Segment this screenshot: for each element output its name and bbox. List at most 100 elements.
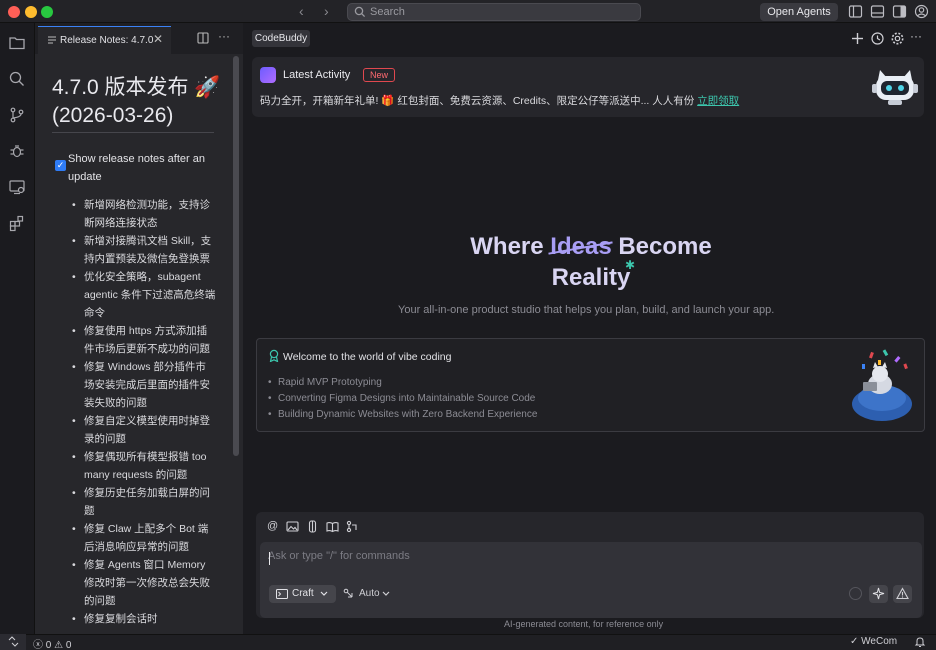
- new-badge: New: [363, 68, 396, 82]
- problems-indicator[interactable]: ⓧ 0 ⚠ 0: [33, 636, 71, 650]
- list-item: 修复复制会话时: [70, 610, 216, 628]
- ai-disclaimer: AI-generated content, for reference only: [504, 619, 664, 629]
- new-chat-icon[interactable]: [850, 31, 865, 46]
- headline-word: Where: [470, 233, 544, 260]
- window-minimize-button[interactable]: [25, 6, 37, 18]
- list-item: 修复 Claw 上配多个 Bot 端后消息响应异常的问题: [70, 520, 216, 556]
- robot-cat-mascot-icon: [872, 66, 918, 106]
- claim-link[interactable]: 立即领取: [697, 95, 739, 107]
- list-item: 修复 Agents 窗口 Memory 修改时第一次修改总会失败的问题: [70, 556, 216, 610]
- release-notes-list: 新增网络检测功能，支持诊断网络连接状态 新增对接腾讯文档 Skill，支持内置预…: [70, 196, 216, 628]
- close-icon[interactable]: ✕: [153, 32, 163, 46]
- award-ribbon-icon: [268, 349, 280, 362]
- source-control-icon[interactable]: [8, 106, 26, 124]
- open-agents-button[interactable]: Open Agents: [760, 3, 838, 21]
- search-icon: [354, 6, 366, 18]
- wecom-status[interactable]: ✓ WeCom: [850, 636, 897, 647]
- list-item: 新增网络检测功能，支持诊断网络连接状态: [70, 196, 216, 232]
- toggle-primary-sidebar-icon[interactable]: [848, 4, 863, 19]
- knowledge-book-icon[interactable]: [326, 520, 339, 533]
- forward-arrow-icon[interactable]: ›: [324, 3, 329, 19]
- document-icon: [47, 34, 57, 46]
- sparkle-icon: ✱: [625, 258, 636, 272]
- list-item: Rapid MVP Prototyping: [268, 375, 537, 391]
- text-caret: [269, 552, 270, 565]
- more-actions-icon[interactable]: ···: [218, 29, 230, 43]
- more-actions-icon[interactable]: ···: [910, 29, 922, 43]
- codebuddy-logo-icon: [260, 67, 276, 83]
- settings-gear-icon[interactable]: [890, 31, 905, 46]
- headline-word: Become: [618, 233, 712, 260]
- warning-count: 0: [65, 640, 72, 650]
- list-item: 修复 Windows 部分插件市场安装完成后里面的插件安装失败的问题: [70, 358, 216, 412]
- check-icon: ✓: [850, 636, 859, 647]
- list-item: Converting Figma Designs into Maintainab…: [268, 391, 537, 407]
- warning-icon: ⚠: [54, 640, 64, 650]
- model-icon: [343, 588, 355, 600]
- search-view-icon[interactable]: [8, 70, 26, 88]
- chat-input-box: [260, 542, 922, 618]
- split-editor-icon[interactable]: [197, 32, 209, 44]
- enhance-prompt-button[interactable]: [869, 585, 888, 603]
- scrollbar[interactable]: [233, 56, 239, 456]
- show-release-notes-checkbox[interactable]: ✓: [55, 160, 66, 171]
- search-input[interactable]: Search: [347, 3, 641, 21]
- mode-label: Craft: [292, 588, 314, 599]
- remote-explorer-icon[interactable]: [8, 178, 26, 196]
- window-close-button[interactable]: [8, 6, 20, 18]
- list-item: 修复历史任务加载白屏的问题: [70, 484, 216, 520]
- remote-indicator-button[interactable]: [0, 634, 26, 650]
- notification-bell-icon[interactable]: [914, 636, 926, 648]
- warning-triangle-icon: [896, 587, 909, 600]
- model-label: Auto: [359, 588, 380, 599]
- sparkle-icon: [872, 587, 885, 600]
- welcome-feature-list: Rapid MVP Prototyping Converting Figma D…: [268, 375, 537, 423]
- chevron-down-icon: [381, 587, 391, 599]
- headline-struck-word: Ideas: [550, 233, 612, 260]
- mode-select-button[interactable]: Craft: [269, 585, 336, 603]
- list-item: 修复偶现所有模型报错 too many requests 的问题: [70, 448, 216, 484]
- toggle-panel-icon[interactable]: [870, 4, 885, 19]
- title-line-1: 4.7.0 版本发布 🚀: [52, 76, 221, 99]
- mention-at-icon[interactable]: @: [267, 520, 280, 533]
- image-icon[interactable]: [286, 520, 299, 533]
- latest-activity-card[interactable]: [252, 57, 924, 117]
- chat-input[interactable]: [268, 550, 908, 562]
- list-item: 优化安全策略，subagent agentic 条件下过滤高危终端命令: [70, 268, 216, 322]
- hero-subtitle: Your all-in-one product studio that help…: [398, 304, 775, 316]
- list-item: 修复自定义模型使用时掉登录的问题: [70, 412, 216, 448]
- account-icon[interactable]: [914, 4, 929, 19]
- search-placeholder: Search: [370, 6, 405, 18]
- list-item: 新增对接腾讯文档 Skill，支持内置预装及微信免登换票: [70, 232, 216, 268]
- activity-text: 码力全开，开箱新年礼单! 🎁 红包封面、免费云资源、Credits、限定公仔等派…: [260, 93, 739, 108]
- tab-label: Release Notes: 4.7.0: [60, 35, 154, 46]
- send-button[interactable]: [893, 585, 912, 603]
- context-usage-indicator-icon[interactable]: [849, 587, 862, 600]
- error-count: 0: [45, 640, 52, 650]
- title-line-2: (2026-03-26): [52, 104, 174, 127]
- list-item: Building Dynamic Websites with Zero Back…: [268, 407, 537, 423]
- back-arrow-icon[interactable]: ‹: [299, 3, 304, 19]
- extensions-icon[interactable]: [8, 214, 26, 232]
- welcome-title: Welcome to the world of vibe coding: [283, 351, 452, 363]
- window-maximize-button[interactable]: [41, 6, 53, 18]
- release-notes-title: 4.7.0 版本发布 🚀 (2026-03-26): [52, 74, 222, 130]
- toggle-secondary-sidebar-icon[interactable]: [892, 4, 907, 19]
- status-bar: [0, 634, 936, 650]
- activity-title: Latest Activity: [283, 69, 351, 81]
- headline-line-1: Where Ideas Become: [440, 231, 742, 262]
- terminal-box-icon: [276, 589, 288, 599]
- headline-line-2: Reality: [551, 264, 631, 291]
- error-icon: ⓧ: [33, 640, 43, 650]
- model-select-button[interactable]: Auto: [343, 585, 393, 603]
- tab-codebuddy[interactable]: CodeBuddy: [252, 30, 310, 47]
- activity-message: 码力全开，开箱新年礼单! 🎁 红包封面、免费云资源、Credits、限定公仔等派…: [260, 95, 698, 107]
- rules-icon[interactable]: [346, 520, 359, 533]
- debug-icon[interactable]: [8, 142, 26, 160]
- divider: [52, 132, 214, 133]
- explorer-icon[interactable]: [8, 34, 26, 52]
- remote-icon: [8, 636, 19, 647]
- history-icon[interactable]: [870, 31, 885, 46]
- figma-icon[interactable]: [306, 520, 319, 533]
- tab-release-notes[interactable]: Release Notes: 4.7.0 ✕: [38, 26, 171, 54]
